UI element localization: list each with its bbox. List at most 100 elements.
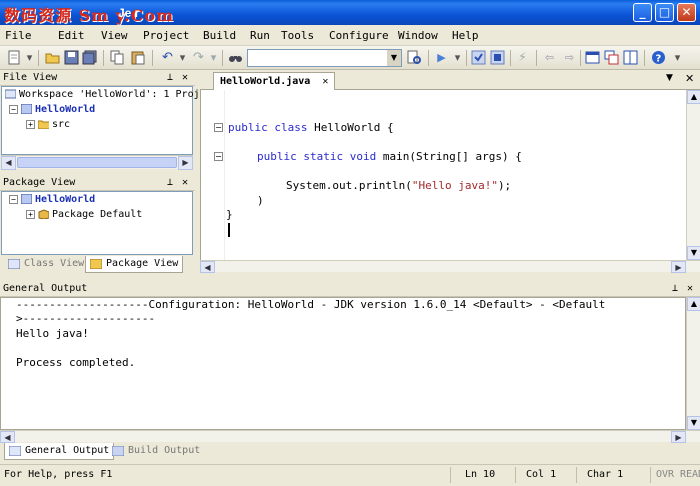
tab-helloworld-java[interactable]: HelloWorld.java ✕ bbox=[213, 72, 336, 91]
menu-configure[interactable]: Configure bbox=[329, 29, 389, 42]
scroll-left-icon[interactable]: ◀ bbox=[1, 156, 16, 170]
collapse-icon[interactable]: − bbox=[9, 194, 18, 204]
paste-icon[interactable] bbox=[130, 50, 145, 65]
menu-file[interactable]: File bbox=[5, 29, 32, 42]
copy-icon[interactable] bbox=[110, 50, 125, 65]
editor-gutter bbox=[201, 90, 225, 260]
title-bar[interactable]: 数码资源 Sm y.Com Je r _ □ ✕ bbox=[0, 0, 700, 25]
run-icon[interactable]: ▶ bbox=[434, 50, 449, 65]
menu-project[interactable]: Project bbox=[143, 29, 189, 42]
menu-view[interactable]: View bbox=[101, 29, 128, 42]
output-console[interactable]: --------------------Configuration: Hello… bbox=[0, 297, 686, 430]
menu-run[interactable]: Run bbox=[250, 29, 270, 42]
text-cursor bbox=[228, 223, 230, 237]
scroll-left-icon[interactable]: ◀ bbox=[0, 431, 15, 443]
open-icon[interactable] bbox=[45, 50, 60, 65]
compile-icon[interactable] bbox=[471, 50, 486, 65]
status-column: Col 1 bbox=[526, 469, 557, 480]
expand-icon[interactable]: + bbox=[26, 119, 35, 129]
debug-icon[interactable]: ⚡ bbox=[515, 50, 530, 65]
toolbar-separator bbox=[152, 50, 153, 66]
tile-icon[interactable] bbox=[623, 50, 638, 65]
help-dropdown-icon[interactable]: ▾ bbox=[670, 50, 685, 65]
redo-icon[interactable]: ↷ bbox=[191, 50, 206, 65]
chevron-down-icon[interactable]: ▼ bbox=[387, 50, 401, 66]
workspace-node[interactable]: Workspace 'HelloWorld': 1 Proje bbox=[5, 88, 206, 102]
menu-build[interactable]: Build bbox=[203, 29, 236, 42]
menu-bar: File Edit View Project Build Run Tools C… bbox=[0, 26, 700, 46]
output-vscroll[interactable]: ▲ ▼ bbox=[686, 297, 700, 430]
close-icon[interactable]: ✕ bbox=[182, 70, 188, 86]
tab-package-view[interactable]: Package View bbox=[85, 256, 184, 273]
pin-icon[interactable]: ⊥ bbox=[167, 175, 173, 191]
find-in-files-icon[interactable] bbox=[407, 50, 422, 65]
fold-icon[interactable]: − bbox=[214, 123, 223, 132]
code-line: public static void main(String[] args) { bbox=[257, 150, 522, 163]
window-icon[interactable] bbox=[585, 50, 600, 65]
toolbar-separator bbox=[510, 50, 511, 66]
close-icon[interactable]: ✕ bbox=[687, 281, 693, 297]
code-line: } bbox=[226, 208, 233, 221]
redo-dropdown-icon[interactable]: ▾ bbox=[206, 50, 221, 65]
forward-icon[interactable]: ⇨ bbox=[562, 50, 577, 65]
menu-window[interactable]: Window bbox=[398, 29, 438, 42]
toolbar-separator bbox=[428, 50, 429, 66]
scroll-right-icon[interactable]: ▶ bbox=[671, 431, 686, 443]
scroll-up-icon[interactable]: ▲ bbox=[687, 297, 700, 311]
collapse-icon[interactable]: − bbox=[9, 104, 18, 114]
status-help: For Help, press F1 bbox=[4, 469, 113, 480]
pin-icon[interactable]: ⊥ bbox=[167, 70, 173, 86]
editor-vscroll[interactable]: ▲ ▼ bbox=[686, 90, 700, 260]
search-combo[interactable]: ▼ bbox=[247, 49, 402, 67]
maximize-button[interactable]: □ bbox=[655, 3, 674, 22]
fold-icon[interactable]: − bbox=[214, 152, 223, 161]
package-default-node[interactable]: + Package Default bbox=[26, 208, 142, 222]
close-tab-icon[interactable]: ✕ bbox=[322, 76, 328, 87]
file-view-title: File View bbox=[3, 72, 58, 83]
package-icon bbox=[38, 209, 49, 219]
tab-general-output[interactable]: General Output bbox=[4, 443, 115, 460]
undo-icon[interactable]: ↶ bbox=[160, 50, 175, 65]
editor-hscroll[interactable]: ◀ ▶ bbox=[200, 260, 700, 273]
close-icon[interactable]: ✕ bbox=[182, 175, 188, 191]
watermark: 数码资源 Sm y.Com bbox=[4, 6, 174, 25]
package-view-icon bbox=[90, 259, 102, 269]
save-all-icon[interactable] bbox=[82, 50, 97, 65]
close-editor-icon[interactable]: ✕ bbox=[685, 72, 694, 85]
minimize-button[interactable]: _ bbox=[633, 3, 652, 22]
menu-help[interactable]: Help bbox=[452, 29, 479, 42]
project-node[interactable]: − HelloWorld bbox=[9, 103, 95, 117]
general-output-icon bbox=[9, 446, 21, 456]
package-project-node[interactable]: − HelloWorld bbox=[9, 193, 95, 207]
scroll-up-icon[interactable]: ▲ bbox=[687, 90, 700, 104]
undo-dropdown-icon[interactable]: ▾ bbox=[175, 50, 190, 65]
close-button[interactable]: ✕ bbox=[677, 3, 696, 22]
menu-edit[interactable]: Edit bbox=[58, 29, 85, 42]
find-icon[interactable] bbox=[228, 50, 243, 65]
src-node[interactable]: + src bbox=[26, 118, 70, 132]
back-icon[interactable]: ⇦ bbox=[542, 50, 557, 65]
save-icon[interactable] bbox=[64, 50, 79, 65]
cascade-icon[interactable] bbox=[604, 50, 619, 65]
tab-build-output[interactable]: Build Output bbox=[108, 443, 204, 460]
scroll-down-icon[interactable]: ▼ bbox=[687, 246, 700, 260]
run-dropdown-icon[interactable]: ▾ bbox=[450, 50, 465, 65]
new-file-icon[interactable] bbox=[6, 50, 21, 65]
tab-class-view[interactable]: Class View bbox=[4, 256, 88, 273]
tab-list-icon[interactable]: ▼ bbox=[666, 73, 673, 83]
scroll-left-icon[interactable]: ◀ bbox=[200, 261, 215, 273]
build-icon[interactable] bbox=[490, 50, 505, 65]
file-view-hscroll[interactable]: ◀ ▶ bbox=[1, 155, 193, 170]
new-dropdown-icon[interactable]: ▾ bbox=[22, 50, 37, 65]
scroll-right-icon[interactable]: ▶ bbox=[178, 156, 193, 170]
menu-tools[interactable]: Tools bbox=[281, 29, 314, 42]
output-hscroll[interactable]: ◀ ▶ bbox=[0, 430, 700, 443]
scroll-right-icon[interactable]: ▶ bbox=[671, 261, 686, 273]
expand-icon[interactable]: + bbox=[26, 209, 35, 219]
help-icon[interactable]: ? bbox=[651, 50, 666, 65]
scroll-thumb[interactable] bbox=[17, 157, 177, 168]
code-editor[interactable]: − − public class HelloWorld { public sta… bbox=[200, 90, 686, 260]
file-view-tree: Workspace 'HelloWorld': 1 Proje − HelloWo… bbox=[1, 86, 206, 155]
scroll-down-icon[interactable]: ▼ bbox=[687, 416, 700, 430]
pin-icon[interactable]: ⊥ bbox=[672, 281, 678, 297]
